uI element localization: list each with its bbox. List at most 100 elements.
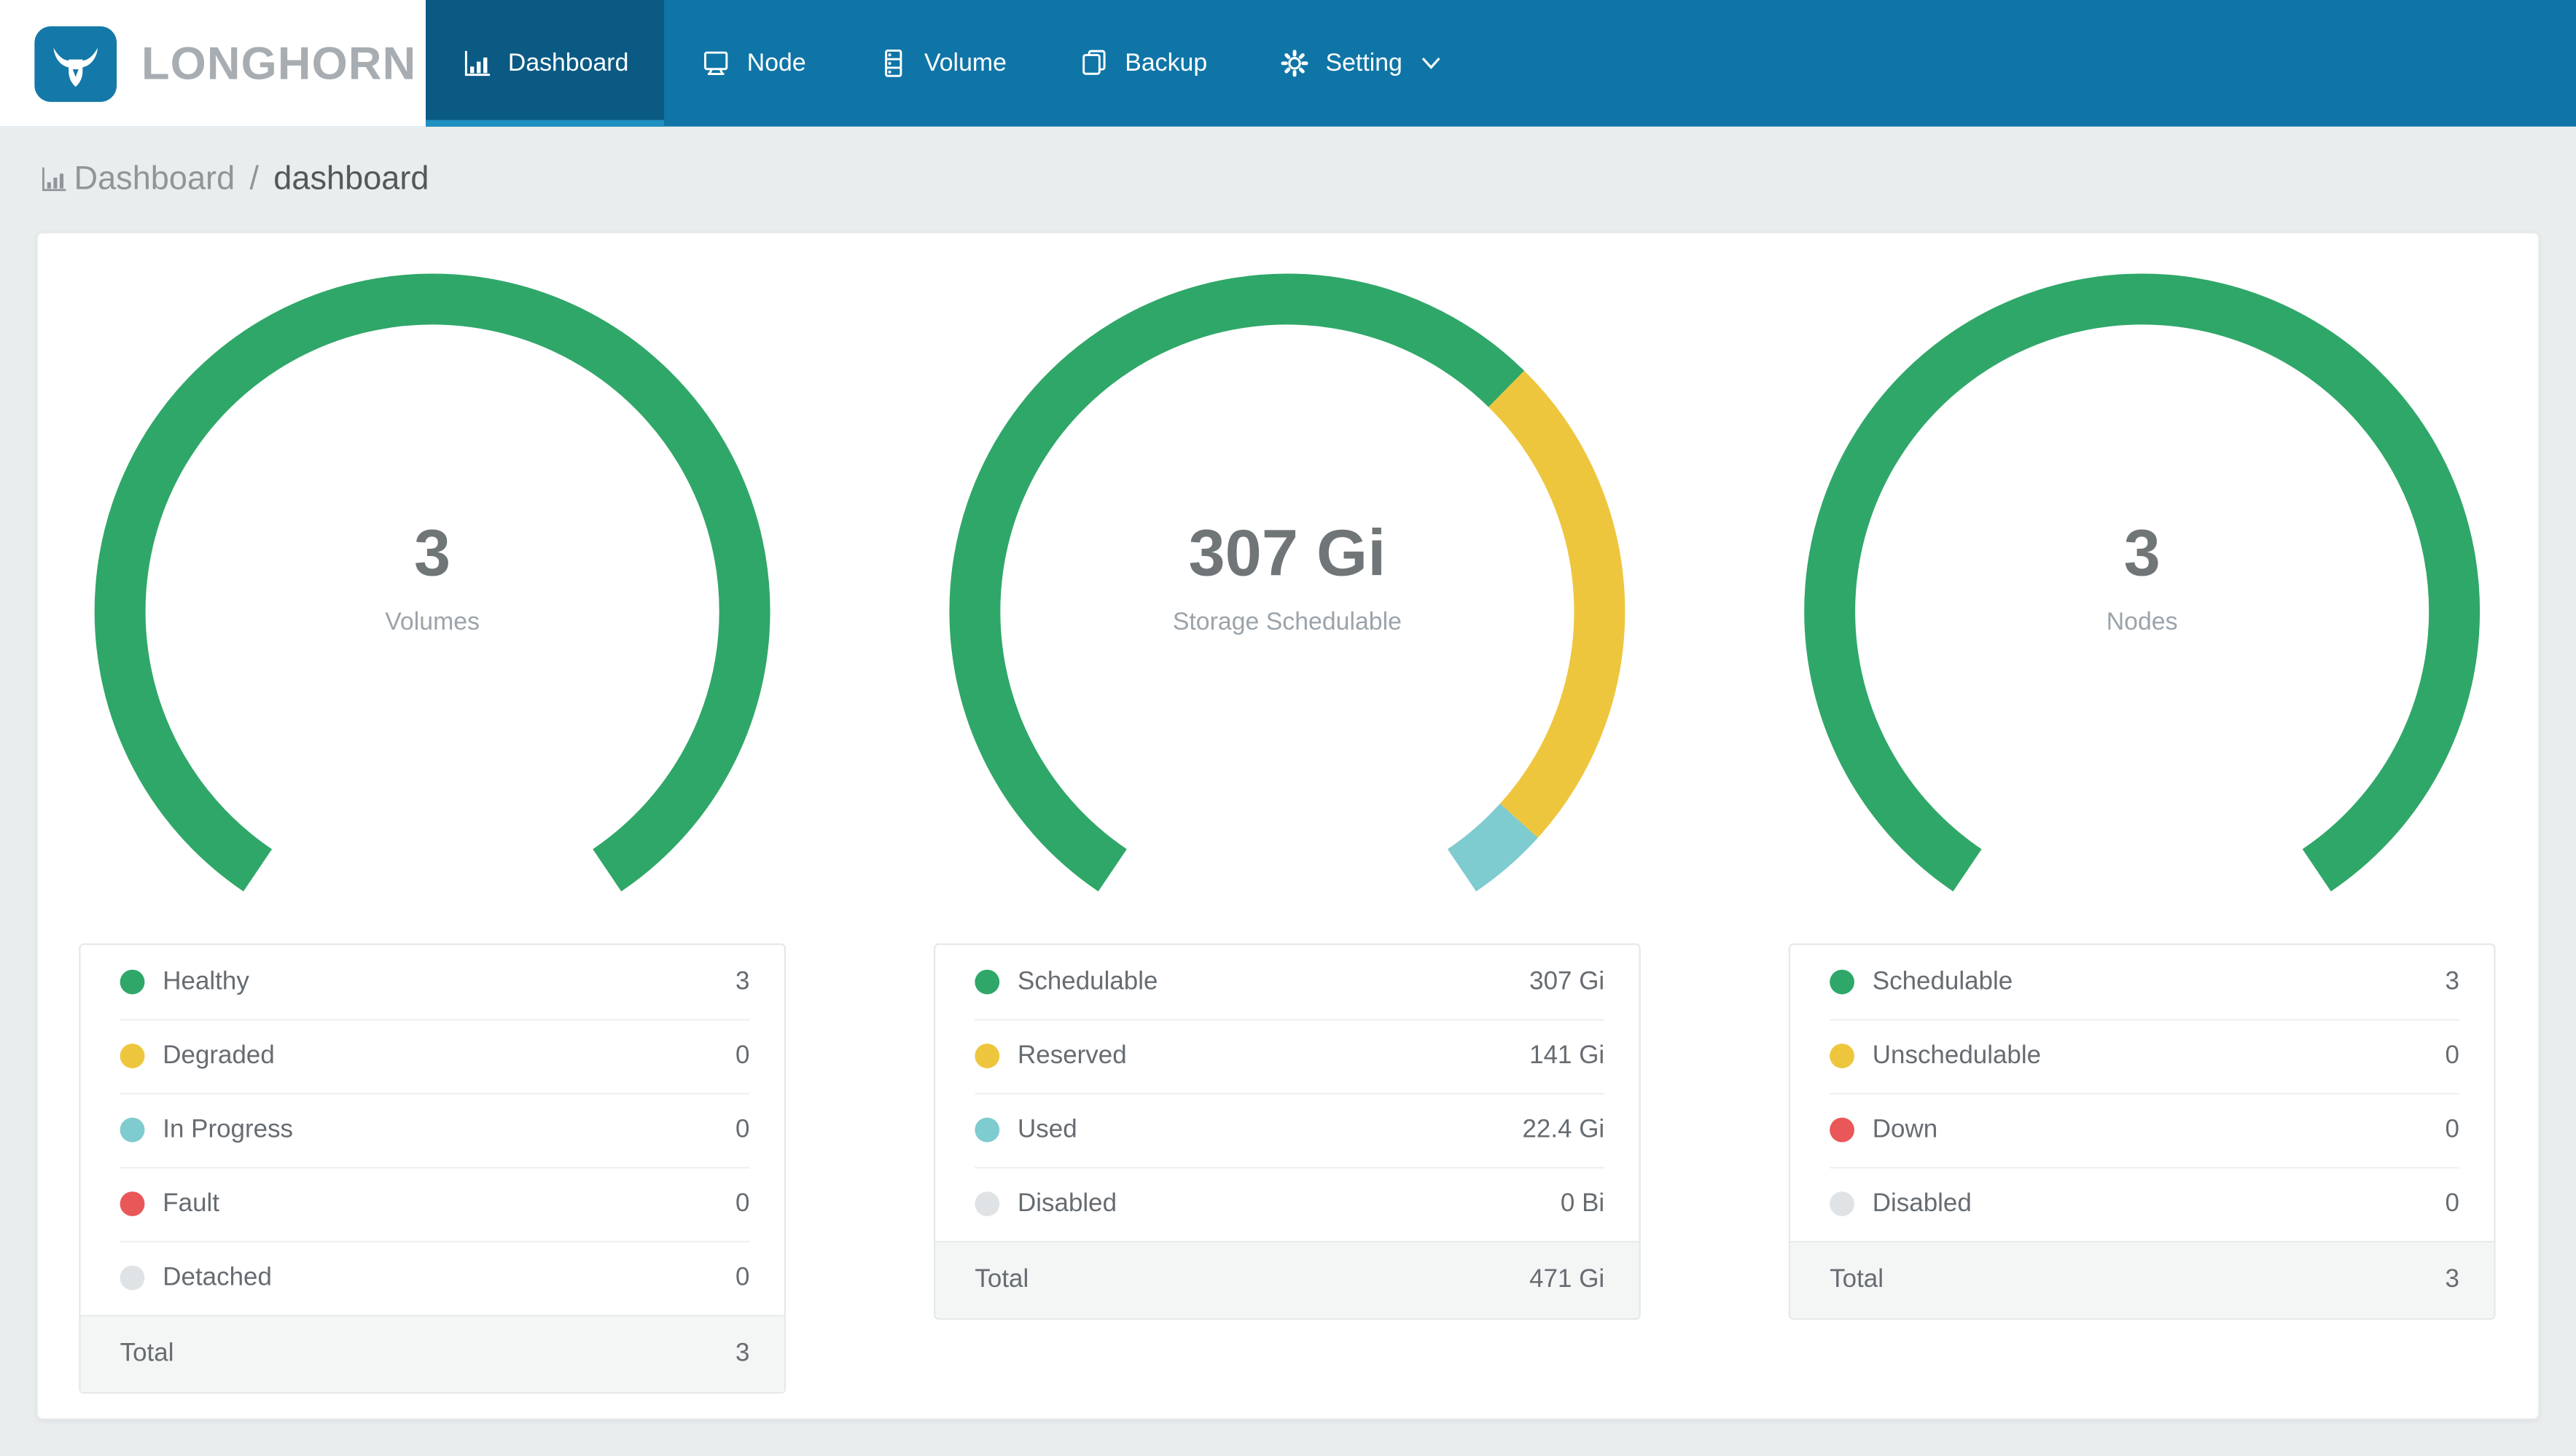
legend-total-row: Total 3 xyxy=(80,1315,784,1393)
dashboard-card: 3 Volumes Healthy 3 Degraded 0 In Progre… xyxy=(36,231,2540,1420)
legend-row: Unschedulable 0 xyxy=(1790,1019,2494,1092)
total-value: 471 Gi xyxy=(1529,1265,1605,1293)
bull-icon xyxy=(53,47,98,86)
legend-row: In Progress 0 xyxy=(81,1092,784,1167)
monitor-icon xyxy=(701,47,733,79)
gauge-value: 3 xyxy=(414,517,451,590)
total-label: Total xyxy=(975,1265,1029,1293)
legend-value: 0 Bi xyxy=(1560,1189,1605,1218)
legend-label: Unschedulable xyxy=(1872,1041,2042,1070)
server-icon xyxy=(878,47,910,79)
nav-tabs: Dashboard Node Volume Backup Setting xyxy=(426,0,2576,127)
legend-dot xyxy=(1830,969,1854,995)
nav-tab-dashboard[interactable]: Dashboard xyxy=(426,0,666,127)
legend-value: 0 xyxy=(2445,1115,2459,1143)
legend-total-row: Total 3 xyxy=(1790,1240,2494,1318)
legend-row: Down 0 xyxy=(1790,1092,2494,1167)
legend-dot xyxy=(120,1117,145,1143)
nav-tab-label: Node xyxy=(746,49,806,77)
legend-label: Down xyxy=(1872,1115,1938,1143)
legend-row: Disabled 0 Bi xyxy=(935,1167,1639,1240)
gauge-label: Volumes xyxy=(385,608,480,636)
bar-chart-icon xyxy=(39,165,69,195)
total-label: Total xyxy=(1830,1265,1884,1293)
legend-dot xyxy=(1830,1117,1854,1143)
legend-value: 0 xyxy=(735,1189,750,1218)
legend-label: Disabled xyxy=(1872,1189,1972,1218)
legend-value: 0 xyxy=(2445,1041,2459,1070)
longhorn-logo-icon xyxy=(34,25,117,101)
copy-icon xyxy=(1079,47,1110,79)
total-value: 3 xyxy=(2445,1265,2459,1293)
legend-label: In Progress xyxy=(163,1115,294,1143)
gauge-center: 307 Gi Storage Schedulable xyxy=(934,516,1641,636)
legend-value: 22.4 Gi xyxy=(1522,1115,1605,1143)
legend-row: Schedulable 3 xyxy=(1790,945,2494,1019)
legend-row: Detached 0 xyxy=(81,1240,784,1315)
legend-dot xyxy=(975,1044,1000,1068)
nav-tab-backup[interactable]: Backup xyxy=(1043,0,1244,127)
gauge-label: Storage Schedulable xyxy=(1172,608,1402,636)
legend-value: 3 xyxy=(735,967,750,995)
chevron-down-icon xyxy=(1421,56,1442,71)
logo[interactable]: LONGHORN xyxy=(0,0,426,127)
panel-nodes: 3 Nodes Schedulable 3 Unschedulable 0 Do… xyxy=(1788,266,2496,1393)
legend-value: 0 xyxy=(2445,1189,2459,1218)
total-value: 3 xyxy=(735,1339,750,1368)
nav-tab-node[interactable]: Node xyxy=(665,0,842,127)
legend-dot xyxy=(1830,1044,1854,1068)
gauge-label: Nodes xyxy=(2106,608,2178,636)
legend-dot xyxy=(1830,1191,1854,1216)
legend-row: Used 22.4 Gi xyxy=(935,1092,1639,1167)
legend-value: 0 xyxy=(735,1041,750,1070)
panels-row: 3 Volumes Healthy 3 Degraded 0 In Progre… xyxy=(79,266,2538,1394)
nav-tab-volume[interactable]: Volume xyxy=(842,0,1042,127)
legend-dot xyxy=(975,1191,1000,1216)
legend-label: Reserved xyxy=(1018,1041,1127,1070)
gauge-center: 3 Volumes xyxy=(79,516,786,636)
legend-dot xyxy=(975,1117,1000,1143)
nodes-legend: Schedulable 3 Unschedulable 0 Down 0 Dis… xyxy=(1788,943,2496,1320)
nav-tab-label: Volume xyxy=(924,49,1007,77)
legend-dot xyxy=(975,969,1000,995)
legend-dot xyxy=(120,969,145,995)
legend-dot xyxy=(120,1191,145,1216)
nodes-gauge: 3 Nodes xyxy=(1789,266,2496,943)
nav-tab-label: Dashboard xyxy=(507,49,629,77)
legend-value: 0 xyxy=(735,1263,750,1291)
legend-value: 307 Gi xyxy=(1529,967,1605,995)
total-label: Total xyxy=(120,1339,174,1368)
legend-label: Degraded xyxy=(163,1041,275,1070)
bar-chart-icon xyxy=(462,47,493,79)
volumes-gauge: 3 Volumes xyxy=(79,266,786,943)
panel-storage: 307 Gi Storage Schedulable Schedulable 3… xyxy=(934,266,1641,1393)
legend-value: 0 xyxy=(735,1115,750,1143)
breadcrumb-current: dashboard xyxy=(273,160,429,197)
legend-row: Disabled 0 xyxy=(1790,1167,2494,1240)
breadcrumb: Dashboard / dashboard xyxy=(0,127,2576,232)
legend-dot xyxy=(120,1044,145,1068)
gauge-value: 3 xyxy=(2123,517,2161,590)
panel-volumes: 3 Volumes Healthy 3 Degraded 0 In Progre… xyxy=(79,266,787,1394)
nav-tab-label: Setting xyxy=(1325,49,1402,77)
legend-label: Schedulable xyxy=(1018,967,1158,995)
volumes-legend: Healthy 3 Degraded 0 In Progress 0 Fault… xyxy=(79,943,787,1394)
legend-row: Fault 0 xyxy=(81,1167,784,1240)
storage-gauge: 307 Gi Storage Schedulable xyxy=(934,266,1641,943)
nav-tab-setting[interactable]: Setting xyxy=(1244,0,1478,127)
logo-text: LONGHORN xyxy=(141,36,417,88)
gauge-center: 3 Nodes xyxy=(1789,516,2496,636)
breadcrumb-separator: / xyxy=(249,160,259,197)
legend-row: Degraded 0 xyxy=(81,1019,784,1092)
page: LONGHORN Dashboard Node Volume Backup Se… xyxy=(0,0,2576,1456)
legend-label: Schedulable xyxy=(1872,967,2013,995)
storage-legend: Schedulable 307 Gi Reserved 141 Gi Used … xyxy=(934,943,1641,1320)
legend-row: Reserved 141 Gi xyxy=(935,1019,1639,1092)
legend-row: Schedulable 307 Gi xyxy=(935,945,1639,1019)
breadcrumb-section[interactable]: Dashboard xyxy=(74,160,235,198)
legend-value: 141 Gi xyxy=(1529,1041,1605,1070)
gear-icon xyxy=(1279,47,1311,79)
legend-dot xyxy=(120,1265,145,1291)
navbar: LONGHORN Dashboard Node Volume Backup Se… xyxy=(0,0,2576,127)
legend-label: Disabled xyxy=(1018,1189,1117,1218)
